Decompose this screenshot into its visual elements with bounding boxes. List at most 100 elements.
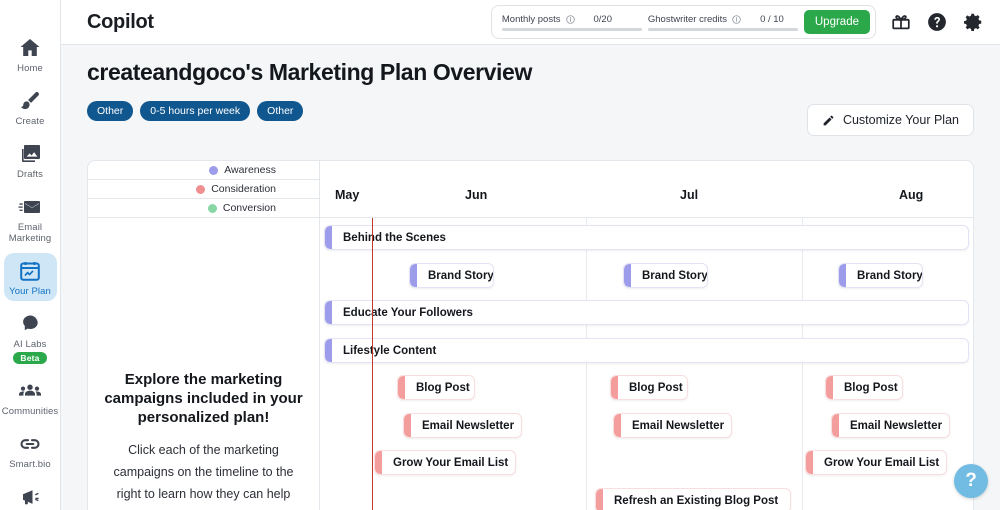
- gantt-bar-behind-the-scenes[interactable]: Behind the Scenes: [324, 225, 969, 250]
- pencil-icon: [823, 115, 834, 125]
- topbar: Copilot Monthly posts 0/20 Ghostwriter c…: [61, 0, 1000, 45]
- bar-accent: [325, 226, 332, 249]
- quota-value: 0 / 10: [760, 13, 784, 25]
- bar-accent: [611, 376, 618, 399]
- info-icon[interactable]: [565, 14, 575, 24]
- bar-accent: [596, 489, 603, 510]
- sidebar-item-drafts[interactable]: Drafts: [4, 136, 57, 184]
- sidebar-item-your-plan[interactable]: Your Plan: [3, 253, 57, 301]
- info-dot-icon: [196, 184, 206, 194]
- sidebar-item-original[interactable]: Original: [4, 479, 57, 510]
- bar-accent: [375, 451, 382, 474]
- sidebar-item-email-marketing[interactable]: Email Marketing: [4, 189, 57, 248]
- bar-accent: [398, 376, 405, 399]
- page-title: createandgoco's Marketing Plan Overview: [87, 59, 532, 85]
- sidebar-item-label: Your Plan: [9, 286, 51, 297]
- bar-accent: [624, 264, 631, 287]
- megaphone-icon: [23, 490, 39, 505]
- gantt-bars: Behind the Scenes Brand Story Brand Stor…: [320, 218, 973, 510]
- gantt-bar-grow-your-email-list[interactable]: Grow Your Email List: [374, 450, 516, 475]
- gantt-bar-grow-your-email-list[interactable]: Grow Your Email List: [805, 450, 947, 475]
- gantt-bar-brand-story[interactable]: Brand Story: [409, 263, 494, 288]
- legend-row-consideration: Consideration: [88, 180, 319, 199]
- quota-label: Ghostwriter credits: [647, 13, 728, 25]
- legend-row-awareness: Awareness: [88, 161, 319, 180]
- gantt-bar-email-newsletter[interactable]: Email Newsletter: [403, 413, 522, 438]
- month-label-may: May: [335, 188, 360, 202]
- quota-progress-bar: [501, 27, 642, 31]
- info-dot-icon: [209, 165, 219, 175]
- bar-accent: [325, 339, 332, 362]
- app-root: Home Create Drafts Email Marketing Your …: [0, 0, 1000, 510]
- gantt-bar-refresh-an-existing-blog-post[interactable]: Refresh an Existing Blog Post: [595, 488, 791, 510]
- gantt-bar-label: Refresh an Existing Blog Post: [614, 494, 779, 507]
- bar-accent: [826, 376, 833, 399]
- quota-box: Monthly posts 0/20 Ghostwriter credits 0…: [490, 5, 876, 39]
- question-mark-icon: ?: [965, 470, 977, 491]
- gear-icon[interactable]: [962, 11, 984, 33]
- gantt-bar-label: Email Newsletter: [422, 419, 515, 432]
- timeline-card: Awareness Consideration Conversion Explo…: [87, 160, 974, 510]
- gantt-bar-label: Blog Post: [629, 381, 683, 394]
- gantt-bar-label: Blog Post: [416, 381, 470, 394]
- gantt-bar-label: Brand Story: [428, 269, 494, 282]
- sidebar-item-label: Create: [15, 116, 45, 127]
- gantt-bar-label: Brand Story: [857, 269, 923, 282]
- quota-ghostwriter-credits: Ghostwriter credits 0 / 10: [647, 13, 798, 31]
- gantt-bar-brand-story[interactable]: Brand Story: [623, 263, 708, 288]
- topbar-right: Monthly posts 0/20 Ghostwriter credits 0…: [490, 5, 984, 39]
- quota-monthly-posts: Monthly posts 0/20: [501, 13, 642, 31]
- gantt-bar-email-newsletter[interactable]: Email Newsletter: [831, 413, 950, 438]
- month-header-row: May Jun Jul Aug: [320, 161, 973, 218]
- gantt-bar-label: Grow Your Email List: [393, 456, 509, 469]
- quota-value: 0/20: [593, 13, 613, 25]
- legend-label: Conversion: [222, 202, 276, 214]
- people-icon: [19, 384, 41, 396]
- sidebar-item-label: AI Labs: [13, 339, 47, 350]
- intro-heading: Explore the marketing campaigns included…: [104, 371, 303, 426]
- quota-progress-bar: [647, 27, 798, 31]
- plan-chip[interactable]: 0-5 hours per week: [140, 101, 251, 121]
- month-label-jun: Jun: [465, 188, 488, 202]
- gantt-bar-lifestyle-content[interactable]: Lifestyle Content: [324, 338, 969, 363]
- bar-accent: [410, 264, 417, 287]
- customize-plan-label: Customize Your Plan: [842, 113, 959, 127]
- link-icon: [20, 439, 40, 449]
- gantt-bar-blog-post[interactable]: Blog Post: [610, 375, 688, 400]
- bar-accent: [839, 264, 846, 287]
- sidebar-item-label: Communities: [1, 406, 59, 417]
- sidebar-item-home[interactable]: Home: [4, 30, 57, 78]
- help-fab-button[interactable]: ?: [954, 464, 988, 498]
- sidebar-item-ai-labs[interactable]: AI Labs Beta: [4, 306, 57, 368]
- gantt-bar-blog-post[interactable]: Blog Post: [397, 375, 475, 400]
- gift-icon[interactable]: [890, 11, 912, 33]
- help-circle-icon[interactable]: [926, 11, 948, 33]
- main-area: Copilot Monthly posts 0/20 Ghostwriter c…: [61, 0, 1000, 510]
- gantt-bar-blog-post[interactable]: Blog Post: [825, 375, 903, 400]
- gantt-bar-label: Brand Story: [642, 269, 708, 282]
- sidebar-item-smart-bio[interactable]: Smart.bio: [4, 426, 57, 474]
- gantt-bar-label: Email Newsletter: [632, 419, 725, 432]
- ai-head-icon: [23, 315, 38, 331]
- info-icon[interactable]: [732, 14, 741, 24]
- sidebar-item-create[interactable]: Create: [4, 83, 57, 131]
- gantt-bar-label: Lifestyle Content: [343, 344, 437, 357]
- plan-chip[interactable]: Other: [87, 101, 134, 121]
- timeline-gantt: May Jun Jul Aug Behind the Scenes Brand …: [320, 161, 973, 510]
- sidebar-item-communities[interactable]: Communities: [1, 373, 59, 421]
- bar-accent: [404, 414, 411, 437]
- bar-accent: [832, 414, 839, 437]
- upgrade-button[interactable]: Upgrade: [803, 10, 870, 34]
- legend-label: Awareness: [224, 164, 276, 176]
- gantt-bar-educate-your-followers[interactable]: Educate Your Followers: [324, 300, 969, 325]
- gantt-bar-brand-story[interactable]: Brand Story: [838, 263, 923, 288]
- intro-body: Click each of the marketing campaigns on…: [113, 443, 294, 510]
- bar-accent: [806, 451, 813, 474]
- timeline-intro-panel: Explore the marketing campaigns included…: [88, 218, 319, 510]
- sidebar-item-label: Smart.bio: [9, 459, 51, 470]
- month-label-jul: Jul: [680, 188, 699, 202]
- gantt-bar-email-newsletter[interactable]: Email Newsletter: [613, 413, 732, 438]
- plan-chip[interactable]: Other: [257, 101, 304, 121]
- customize-plan-button[interactable]: Customize Your Plan: [806, 104, 974, 136]
- app-brand: Copilot: [87, 10, 154, 33]
